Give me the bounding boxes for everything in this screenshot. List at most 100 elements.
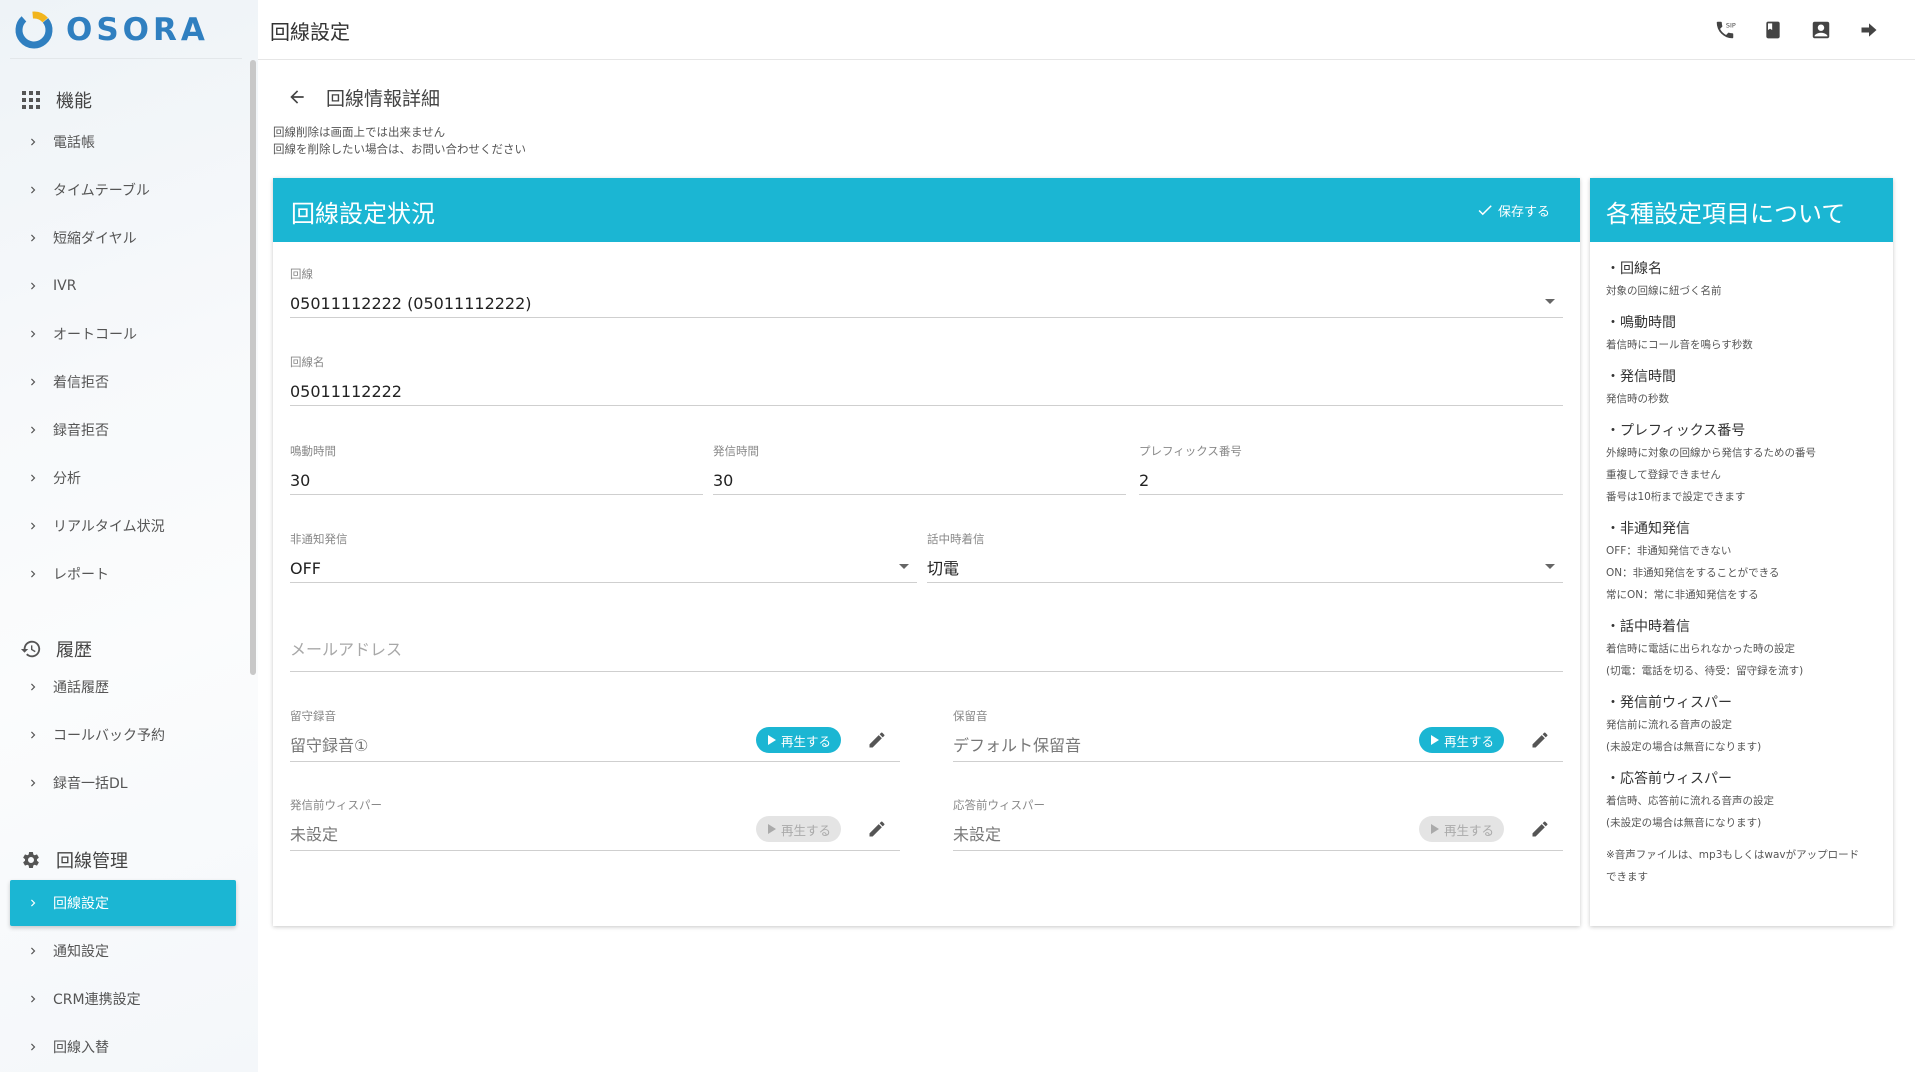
chevron-right-icon (22, 944, 44, 958)
sidebar-item-line-3[interactable]: 回線入替 (10, 1024, 236, 1070)
pencil-icon[interactable] (866, 729, 888, 751)
field-underline (1139, 494, 1563, 495)
card-header: 各種設定項目について (1590, 178, 1893, 242)
chevron-right-icon (22, 519, 44, 533)
chevron-right-icon (22, 183, 44, 197)
help-item: ・発信前ウィスパー 発信前に流れる音声の設定 (未設定の場合は無音になります) (1606, 692, 1886, 758)
sidebar-item-features-7[interactable]: 分析 (10, 455, 236, 501)
sidebar-item-label: オートコール (53, 327, 137, 343)
help-item-title: ・話中時着信 (1606, 619, 1690, 635)
pencil-icon[interactable] (866, 818, 888, 840)
email-placeholder: メールアドレス (290, 640, 403, 659)
section-label: 履歴 (56, 640, 92, 661)
help-item-title: ・発信時間 (1606, 369, 1676, 385)
help-item-line: 発信時の秒数 (1606, 393, 1669, 405)
dropdown-arrow-icon[interactable] (1545, 564, 1555, 569)
dropdown-arrow-icon[interactable] (1545, 299, 1555, 304)
brand-logo[interactable]: OSORA (14, 10, 209, 50)
sidebar-item-features-8[interactable]: リアルタイム状況 (10, 503, 236, 549)
sidebar-item-features-1[interactable]: タイムテーブル (10, 167, 236, 213)
chevron-right-icon (22, 567, 44, 581)
sip-phone-icon[interactable]: SIP (1709, 14, 1741, 46)
sidebar-item-label: 着信拒否 (53, 375, 109, 391)
sidebar-item-history-1[interactable]: コールバック予約 (10, 712, 236, 758)
chevron-right-icon (22, 423, 44, 437)
help-item-title: ・回線名 (1606, 261, 1662, 277)
brand-name: OSORA (66, 12, 209, 48)
email-field[interactable]: メールアドレス (290, 636, 1563, 672)
field-underline (953, 761, 1563, 762)
prefix-number-field[interactable]: プレフィックス番号 2 (1139, 443, 1563, 495)
busy-incoming-select[interactable]: 話中時着信 切電 (927, 531, 1563, 583)
field-underline (713, 494, 1126, 495)
help-item-line: ※音声ファイルは、mp3もしくはwavがアップロード (1606, 849, 1860, 861)
save-button[interactable]: 保存する (1476, 198, 1550, 222)
section-label: 機能 (56, 91, 92, 112)
sidebar-scrollbar[interactable] (250, 60, 256, 675)
card-title: 各種設定項目について (1606, 200, 1846, 228)
pencil-icon[interactable] (1529, 729, 1551, 751)
line-name-field[interactable]: 回線名 05011112222 (290, 354, 1563, 406)
sidebar-item-features-5[interactable]: 着信拒否 (10, 359, 236, 405)
field-label: 留守録音 (290, 709, 336, 723)
help-item-line: ON：非通知発信をすることができる (1606, 567, 1780, 579)
sidebar-item-line-0[interactable]: 回線設定 (10, 880, 236, 926)
sidebar-item-label: 録音一括DL (53, 776, 128, 792)
book-icon[interactable] (1757, 14, 1789, 46)
grid-icon (20, 89, 42, 111)
help-item: ・発信時間発信時の秒数 (1606, 366, 1886, 410)
sidebar-item-line-1[interactable]: 通知設定 (10, 928, 236, 974)
help-item-title: ・鳴動時間 (1606, 315, 1676, 331)
play-icon (768, 735, 776, 745)
chevron-right-icon (22, 135, 44, 149)
field-value: 30 (713, 471, 734, 490)
field-value: 2 (1139, 471, 1150, 490)
history-icon (20, 638, 42, 660)
sidebar-item-label: CRM連携設定 (53, 992, 141, 1008)
sidebar-item-line-2[interactable]: CRM連携設定 (10, 976, 236, 1022)
field-value: 30 (290, 471, 311, 490)
settings-help-card: 各種設定項目について ・回線名 対象の回線に紐づく名前 ・鳴動時間 着信時にコール音を… (1590, 178, 1893, 926)
field-label: 発信時間 (713, 444, 759, 458)
help-list: ・回線名 対象の回線に紐づく名前 ・鳴動時間 着信時にコール音を鳴らす秒数・発信時間発… (1606, 258, 1886, 898)
ring-time-field[interactable]: 鳴動時間 30 (290, 443, 703, 495)
delete-notice: 回線削除は画面上では出来ません 回線を削除したい場合は、お問い合わせください (273, 124, 526, 158)
sidebar-item-features-0[interactable]: 電話帳 (10, 119, 236, 165)
hold-music-play-button[interactable]: 再生する (1419, 727, 1505, 753)
sidebar-item-history-2[interactable]: 録音一括DL (10, 760, 236, 806)
logout-arrow-icon[interactable] (1853, 14, 1885, 46)
help-item-line: 着信時、応答前に流れる音声の設定 (1606, 795, 1774, 807)
sidebar-item-label: リアルタイム状況 (53, 519, 165, 535)
dropdown-arrow-icon[interactable] (899, 564, 909, 569)
sidebar-item-features-3[interactable]: IVR (10, 263, 236, 309)
sidebar-item-features-4[interactable]: オートコール (10, 311, 236, 357)
play-icon (1431, 735, 1439, 745)
sidebar-item-history-0[interactable]: 通話履歴 (10, 664, 236, 710)
chevron-right-icon (22, 728, 44, 742)
sidebar-item-features-9[interactable]: レポート (10, 551, 236, 597)
contact-icon[interactable] (1805, 14, 1837, 46)
help-item: ・非通知発信 OFF：非通知発信できない ON：非通知発信をすることができる 常にON… (1606, 518, 1886, 606)
pencil-icon[interactable] (1529, 818, 1551, 840)
field-underline (290, 761, 900, 762)
notice-line: 回線削除は画面上では出来ません (273, 125, 446, 139)
section-label: 回線管理 (56, 851, 128, 872)
back-arrow-icon[interactable] (284, 84, 310, 110)
line-select[interactable]: 回線 05011112222 (05011112222) (290, 266, 1563, 318)
field-label: 話中時着信 (927, 532, 985, 546)
help-item: ・回線名 対象の回線に紐づく名前 (1606, 258, 1886, 302)
top-actions: SIP (1693, 14, 1885, 46)
help-item-line: (未設定の場合は無音になります) (1606, 817, 1762, 829)
pre-answer-whisper-play-button[interactable]: 再生する (1419, 816, 1505, 842)
chevron-right-icon (22, 471, 44, 485)
sidebar-item-features-2[interactable]: 短縮ダイヤル (10, 215, 236, 261)
divider (10, 58, 242, 59)
sidebar-item-features-6[interactable]: 録音拒否 (10, 407, 236, 453)
pre-call-whisper-play-button[interactable]: 再生する (756, 816, 842, 842)
anonymous-call-select[interactable]: 非通知発信 OFF (290, 531, 917, 583)
field-value: 切電 (927, 559, 960, 578)
voicemail-play-button[interactable]: 再生する (756, 727, 842, 753)
call-time-field[interactable]: 発信時間 30 (713, 443, 1126, 495)
page-title: 回線情報詳細 (326, 88, 441, 110)
help-item: ・鳴動時間 着信時にコール音を鳴らす秒数 (1606, 312, 1886, 356)
